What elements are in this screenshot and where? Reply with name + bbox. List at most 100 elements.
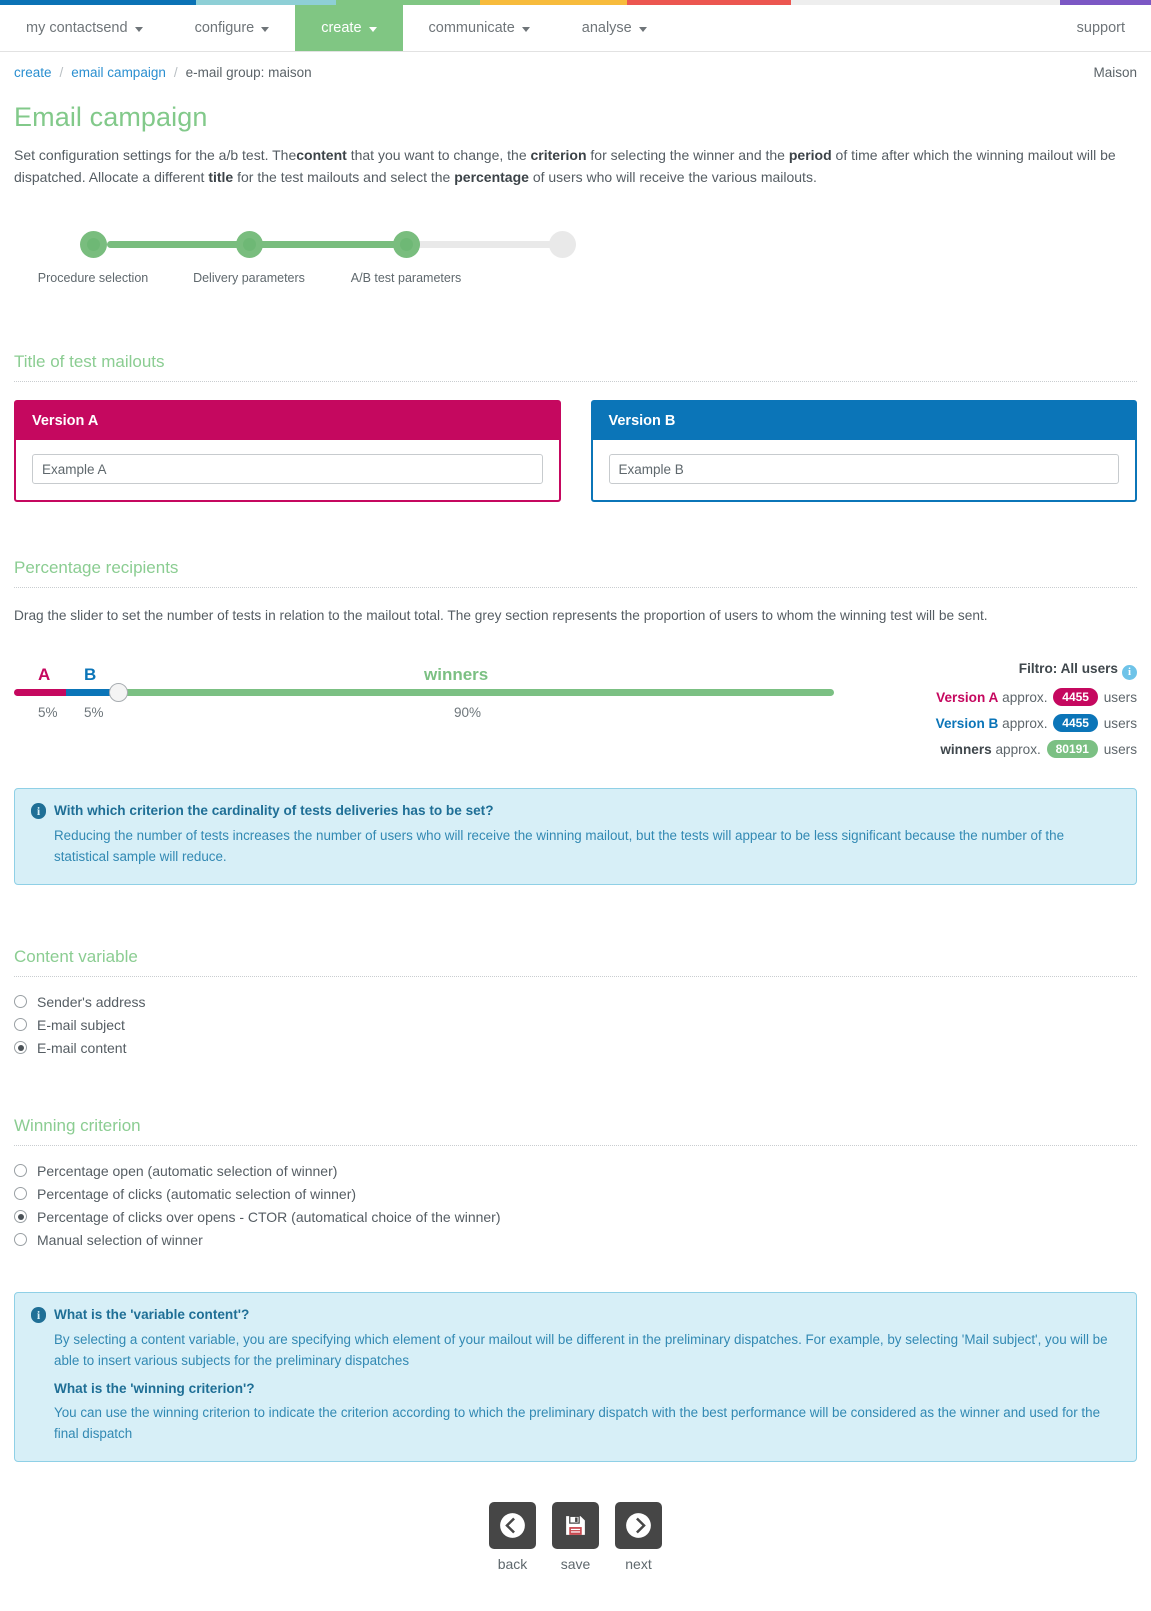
percentage-info-alert: i With which criterion the cardinality o… (14, 788, 1137, 885)
radio-manual-selection[interactable]: Manual selection of winner (14, 1232, 1137, 1248)
radio-percentage-clicks[interactable]: Percentage of clicks (automatic selectio… (14, 1186, 1137, 1202)
next-button[interactable] (615, 1501, 662, 1549)
slider-track[interactable] (14, 683, 834, 703)
radio-button-icon[interactable] (14, 1187, 27, 1201)
account-name: Maison (1093, 65, 1137, 80)
breadcrumb-item-create[interactable]: create (14, 65, 52, 80)
lead-bold-period: period (788, 147, 832, 163)
lead-bold-criterion: criterion (530, 147, 587, 163)
save-button[interactable] (552, 1501, 599, 1549)
nav-item-create[interactable]: create (295, 5, 403, 51)
stepper-label-procedure-selection: Procedure selection (37, 271, 149, 286)
nav-item-analyse[interactable]: analyse (556, 5, 673, 51)
back-button-label: back (497, 1555, 528, 1572)
radio-percentage-open[interactable]: Percentage open (automatic selection of … (14, 1163, 1137, 1179)
radio-email-content[interactable]: E-mail content (14, 1040, 1137, 1056)
stepper-track (80, 222, 630, 266)
stepper-label-ab-test-parameters: A/B test parameters (350, 271, 462, 286)
info-icon[interactable]: i (1122, 665, 1137, 681)
lead-bold-content: content (296, 147, 347, 163)
section-percentage-recipients: Percentage recipients Drag the slider to… (14, 558, 1137, 885)
slider-segment-a (14, 689, 66, 697)
stats-unit: users (1103, 716, 1137, 732)
stats-row-version-a: Version A approx. 4455 users (834, 688, 1137, 707)
slider-segment-labels: A B winners (14, 659, 834, 685)
alert-title: With which criterion the cardinality of … (54, 803, 494, 819)
breadcrumb-item-email-group: e-mail group: maison (185, 65, 312, 80)
radio-label: Manual selection of winner (37, 1231, 203, 1248)
winning-criterion-radio-group: Percentage open (automatic selection of … (14, 1163, 1137, 1248)
lead-text-2: that you want to change, the (346, 147, 531, 163)
alert-body-winning-criterion: You can use the winning criterion to ind… (54, 1405, 1101, 1442)
version-a-header: Version A (16, 402, 559, 441)
chevron-down-icon (521, 26, 530, 32)
radio-button-icon-selected[interactable] (14, 1210, 27, 1224)
radio-button-icon[interactable] (14, 1164, 27, 1178)
chevron-down-icon (638, 26, 647, 32)
section-divider (14, 587, 1137, 589)
stepper-dot-procedure-selection[interactable] (80, 231, 107, 259)
radio-ctor[interactable]: Percentage of clicks over opens - CTOR (… (14, 1209, 1137, 1225)
version-a-body (16, 440, 559, 500)
slider-area: A B winners 5% 5% 90% Filtro: All users … (14, 659, 1137, 766)
nav-item-support[interactable]: support (1051, 5, 1151, 51)
lead-text-6: of users who will receive the various ma… (528, 168, 817, 185)
nav-item-communicate[interactable]: communicate (403, 5, 556, 51)
section-heading: Percentage recipients (14, 558, 179, 578)
section-content-variable: Content variable Sender's address E-mail… (14, 947, 1137, 1056)
lead-text-1: Set configuration settings for the a/b t… (14, 147, 297, 163)
version-b-body (593, 440, 1136, 500)
back-button[interactable] (489, 1501, 536, 1549)
stats-approx: approx. (1002, 716, 1048, 732)
chevron-down-icon (368, 26, 377, 32)
stepper-line-progress (107, 241, 420, 249)
slider-description: Drag the slider to set the number of tes… (14, 608, 988, 624)
breadcrumb-item-email-campaign[interactable]: email campaign (71, 65, 166, 80)
radio-button-icon-selected[interactable] (14, 1041, 27, 1055)
radio-label: E-mail subject (37, 1016, 125, 1033)
section-heading: Title of test mailouts (14, 352, 165, 372)
stats-name: Version B (935, 716, 999, 732)
version-b-panel: Version B (590, 400, 1137, 503)
slider-label-winners: winners (424, 665, 489, 685)
radio-sender-address[interactable]: Sender's address (14, 994, 1137, 1010)
content-variable-radio-group: Sender's address E-mail subject E-mail c… (14, 994, 1137, 1056)
arrow-right-circle-icon (626, 1513, 651, 1538)
slider-handle[interactable] (109, 683, 128, 703)
stepper-dot-ab-test-parameters[interactable] (393, 231, 420, 259)
wizard-stepper: Procedure selection Delivery parameters … (14, 222, 1137, 310)
arrow-left-circle-icon (500, 1513, 525, 1538)
alert-title-row-2: What is the 'winning criterion'? (31, 1381, 1120, 1396)
nav-item-configure[interactable]: configure (169, 5, 296, 51)
chevron-down-icon (261, 26, 270, 32)
section-title-of-test-mailouts: Title of test mailouts Version A Version… (14, 352, 1137, 503)
stats-name: Version A (936, 690, 999, 706)
nav-item-label: communicate (428, 20, 515, 36)
nav-item-label: create (321, 20, 362, 36)
stats-filter-row: Filtro: All users i (834, 661, 1137, 681)
page-content: Email campaign Set configuration setting… (0, 102, 1151, 1572)
section-divider (14, 975, 1137, 977)
nav-item-label: analyse (581, 20, 632, 36)
lead-text-3: for selecting the winner and the (586, 147, 789, 163)
version-b-title-input[interactable] (608, 454, 1119, 485)
nav-item-label: configure (194, 20, 255, 36)
stepper-dot-delivery-parameters[interactable] (236, 231, 263, 259)
stats-row-version-b: Version B approx. 4455 users (834, 714, 1137, 733)
radio-button-icon[interactable] (14, 1018, 27, 1032)
radio-button-icon[interactable] (14, 995, 27, 1009)
lead-bold-percentage: percentage (454, 168, 529, 185)
slider-label-a: A (38, 665, 51, 685)
alert-body: Reducing the number of tests increases t… (54, 828, 1065, 865)
radio-button-icon[interactable] (14, 1233, 27, 1247)
lead-text-5: for the test mailouts and select the (233, 168, 455, 185)
radio-email-subject[interactable]: E-mail subject (14, 1017, 1137, 1033)
floppy-disk-icon (565, 1515, 586, 1536)
nav-item-my-contactsend[interactable]: my contactsend (0, 5, 169, 51)
chevron-down-icon (134, 26, 143, 32)
version-a-title-input[interactable] (32, 454, 543, 485)
page-title: Email campaign (14, 102, 208, 132)
section-divider (14, 381, 1137, 383)
stepper-label-delivery-parameters: Delivery parameters (193, 271, 305, 286)
